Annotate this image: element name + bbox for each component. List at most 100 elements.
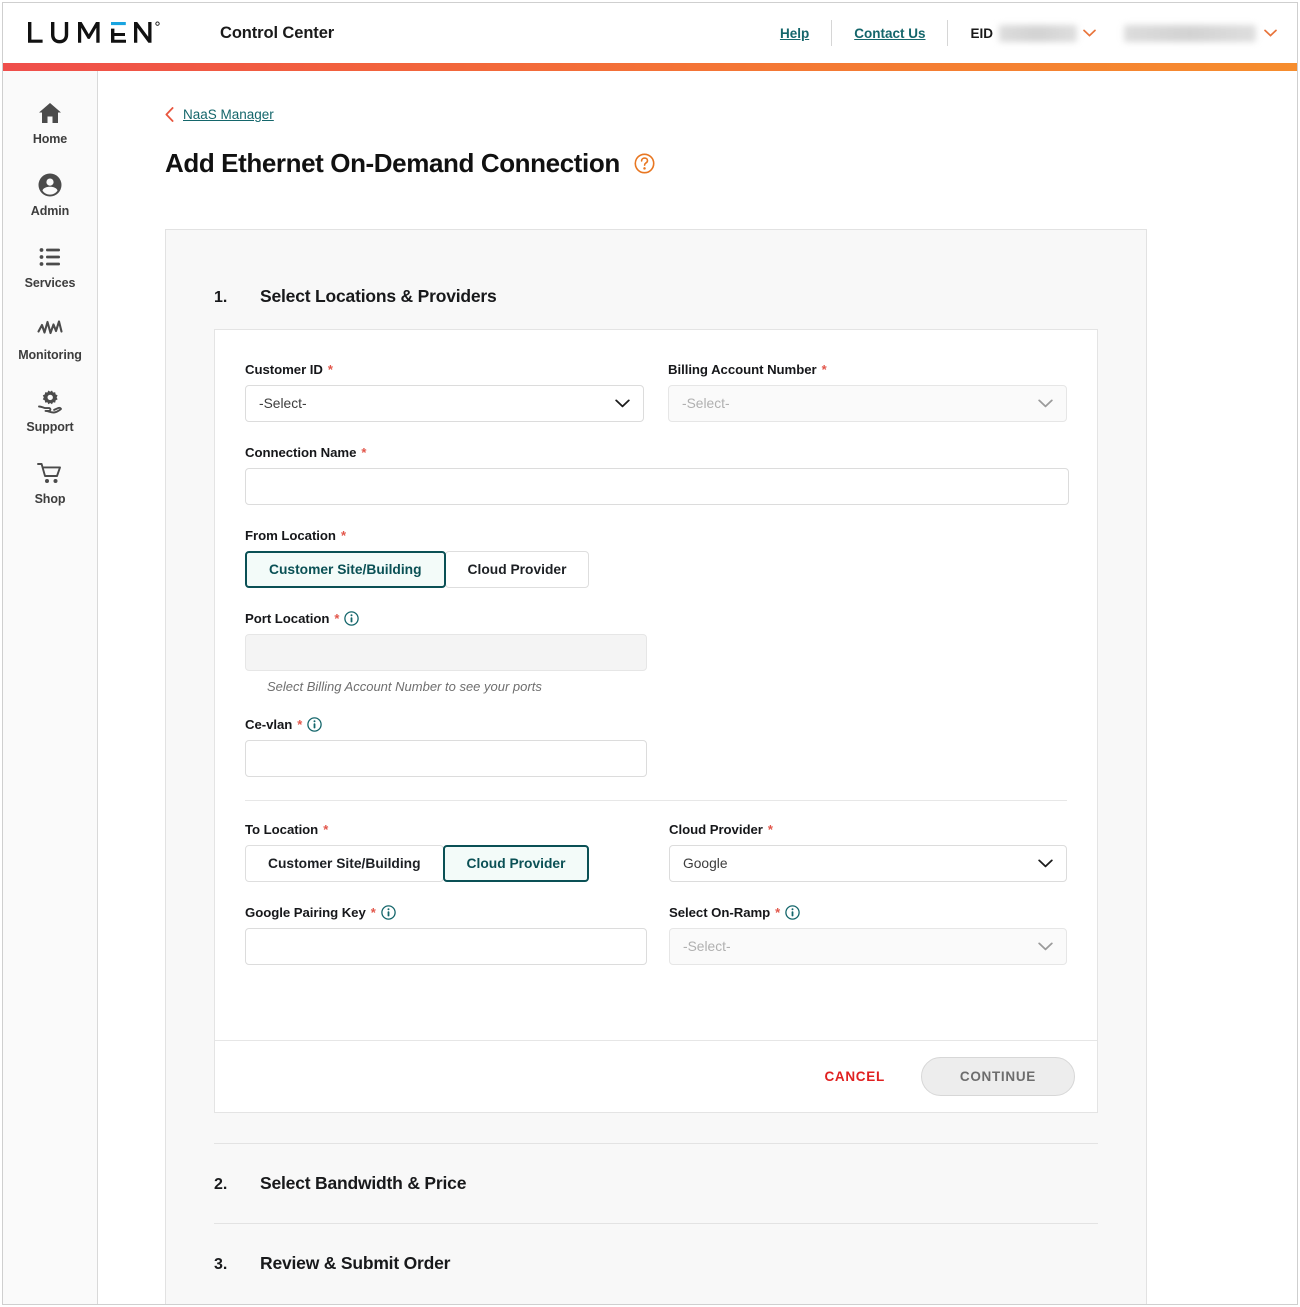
to-location-field: To Location * Customer Site/Building Clo… [245,822,645,882]
waveform-icon [37,320,63,335]
billing-account-number-label: Billing Account Number * [668,361,827,377]
order-wizard-card: 1. Select Locations & Providers Customer… [165,228,1147,1304]
cart-icon [37,463,61,483]
chevron-down-icon [1038,859,1053,868]
sidebar-item-label: Admin [30,204,70,218]
chevron-down-icon [1083,29,1096,37]
page-title: Add Ethernet On-Demand Connection [165,148,620,179]
cloud-provider-value: Google [683,855,728,871]
to-location-option-cloud-provider[interactable]: Cloud Provider [442,844,590,882]
lumen-logo[interactable] [26,18,186,48]
top-navigation-bar: Control Center Help Contact Us EID [3,3,1297,63]
select-on-ramp-value: -Select- [683,938,731,954]
back-chevron-icon[interactable] [165,107,174,122]
port-location-field: Port Location * Select Billing Account N… [245,611,647,694]
select-on-ramp-select[interactable]: -Select- [669,927,1067,965]
question-circle-icon[interactable] [634,153,655,174]
required-marker: * [767,821,773,837]
lumen-logo-mark [28,21,160,44]
required-marker: * [370,904,376,920]
to-location-option-customer-site[interactable]: Customer Site/Building [245,844,444,882]
billing-account-number-select[interactable]: -Select- [668,384,1067,422]
step-title: Review & Submit Order [260,1252,451,1273]
info-icon[interactable] [785,905,800,920]
chevron-down-icon [1038,399,1053,408]
cancel-button[interactable]: CANCEL [814,1061,894,1092]
google-pairing-key-field: Google Pairing Key * [245,905,647,965]
page-body: Home Admin Services Monitoring Support S… [3,71,1297,1304]
account-selector[interactable] [1106,24,1281,42]
connection-name-field: Connection Name * [245,445,1069,505]
sidebar-item-label: Home [32,132,68,146]
customer-id-field: Customer ID * -Select- [245,362,644,422]
eid-selector[interactable]: EID [948,24,1106,42]
required-marker: * [340,527,346,543]
required-marker: * [327,361,333,377]
customer-id-select[interactable]: -Select- [245,384,644,422]
help-link[interactable]: Help [758,26,831,41]
section-divider [245,799,1067,801]
from-location-field: From Location * Customer Site/Building C… [245,528,1067,588]
chevron-down-icon [1038,942,1053,951]
sidebar-item-monitoring[interactable]: Monitoring [3,303,97,375]
step-2-header[interactable]: 2. Select Bandwidth & Price [166,1144,1146,1223]
from-location-toggle-group: Customer Site/Building Cloud Provider [245,550,1067,588]
app-title: Control Center [220,23,335,42]
port-location-input[interactable] [245,633,647,671]
panel-actions: CANCEL CONTINUE [215,1039,1097,1112]
google-pairing-key-input[interactable] [245,927,647,965]
sidebar-item-services[interactable]: Services [3,231,97,303]
account-value-masked [1124,24,1256,42]
support-hand-gear-icon [38,390,62,414]
step-title: Select Bandwidth & Price [260,1172,467,1193]
step-number: 2. [214,1175,228,1193]
step-number: 1. [214,288,228,306]
sidebar-item-shop[interactable]: Shop [3,447,97,519]
ce-vlan-input[interactable] [245,739,647,777]
list-icon [39,248,60,266]
application-window: Control Center Help Contact Us EID Home … [2,2,1298,1305]
from-location-label: From Location * [245,527,346,543]
contact-us-link[interactable]: Contact Us [832,26,947,41]
google-pairing-key-label: Google Pairing Key * [245,905,645,920]
breadcrumb-link-naas-manager[interactable]: NaaS Manager [183,107,274,122]
info-icon[interactable] [381,905,396,920]
required-marker: * [361,444,367,460]
cloud-provider-label: Cloud Provider * [669,821,773,837]
from-location-option-cloud-provider[interactable]: Cloud Provider [444,550,590,588]
sidebar-navigation: Home Admin Services Monitoring Support S… [3,71,98,1304]
cloud-provider-field: Cloud Provider * Google [669,822,1067,882]
connection-name-input[interactable] [245,467,1069,505]
home-icon [39,103,61,123]
required-marker: * [334,610,340,626]
required-marker: * [297,716,303,732]
ce-vlan-label: Ce-vlan * [245,717,647,732]
continue-button[interactable]: CONTINUE [920,1056,1075,1096]
main-content: NaaS Manager Add Ethernet On-Demand Conn… [98,71,1297,1304]
info-icon[interactable] [344,611,360,626]
locations-providers-panel: Customer ID * -Select- Billing Account N… [214,328,1098,1113]
billing-account-number-value: -Select- [682,395,730,411]
sidebar-item-home[interactable]: Home [3,87,97,159]
info-icon[interactable] [307,717,323,732]
port-location-helper-text: Select Billing Account Number to see you… [267,678,542,694]
sidebar-item-label: Shop [34,492,66,506]
required-marker: * [323,821,329,837]
eid-value-masked [999,24,1077,42]
connection-name-label: Connection Name * [245,444,367,460]
step-3-header[interactable]: 3. Review & Submit Order [166,1224,1146,1303]
sidebar-item-label: Support [26,420,74,434]
step-title: Select Locations & Providers [260,285,497,306]
from-location-option-customer-site[interactable]: Customer Site/Building [245,550,446,588]
sidebar-item-admin[interactable]: Admin [3,159,97,231]
customer-id-label: Customer ID * [245,361,333,377]
customer-id-value: -Select- [259,395,307,411]
sidebar-item-support[interactable]: Support [3,375,97,447]
port-location-label: Port Location * [245,611,647,626]
eid-label: EID [970,25,993,41]
brand-accent-bar [3,63,1297,71]
step-number: 3. [214,1255,228,1273]
cloud-provider-select[interactable]: Google [669,844,1067,882]
